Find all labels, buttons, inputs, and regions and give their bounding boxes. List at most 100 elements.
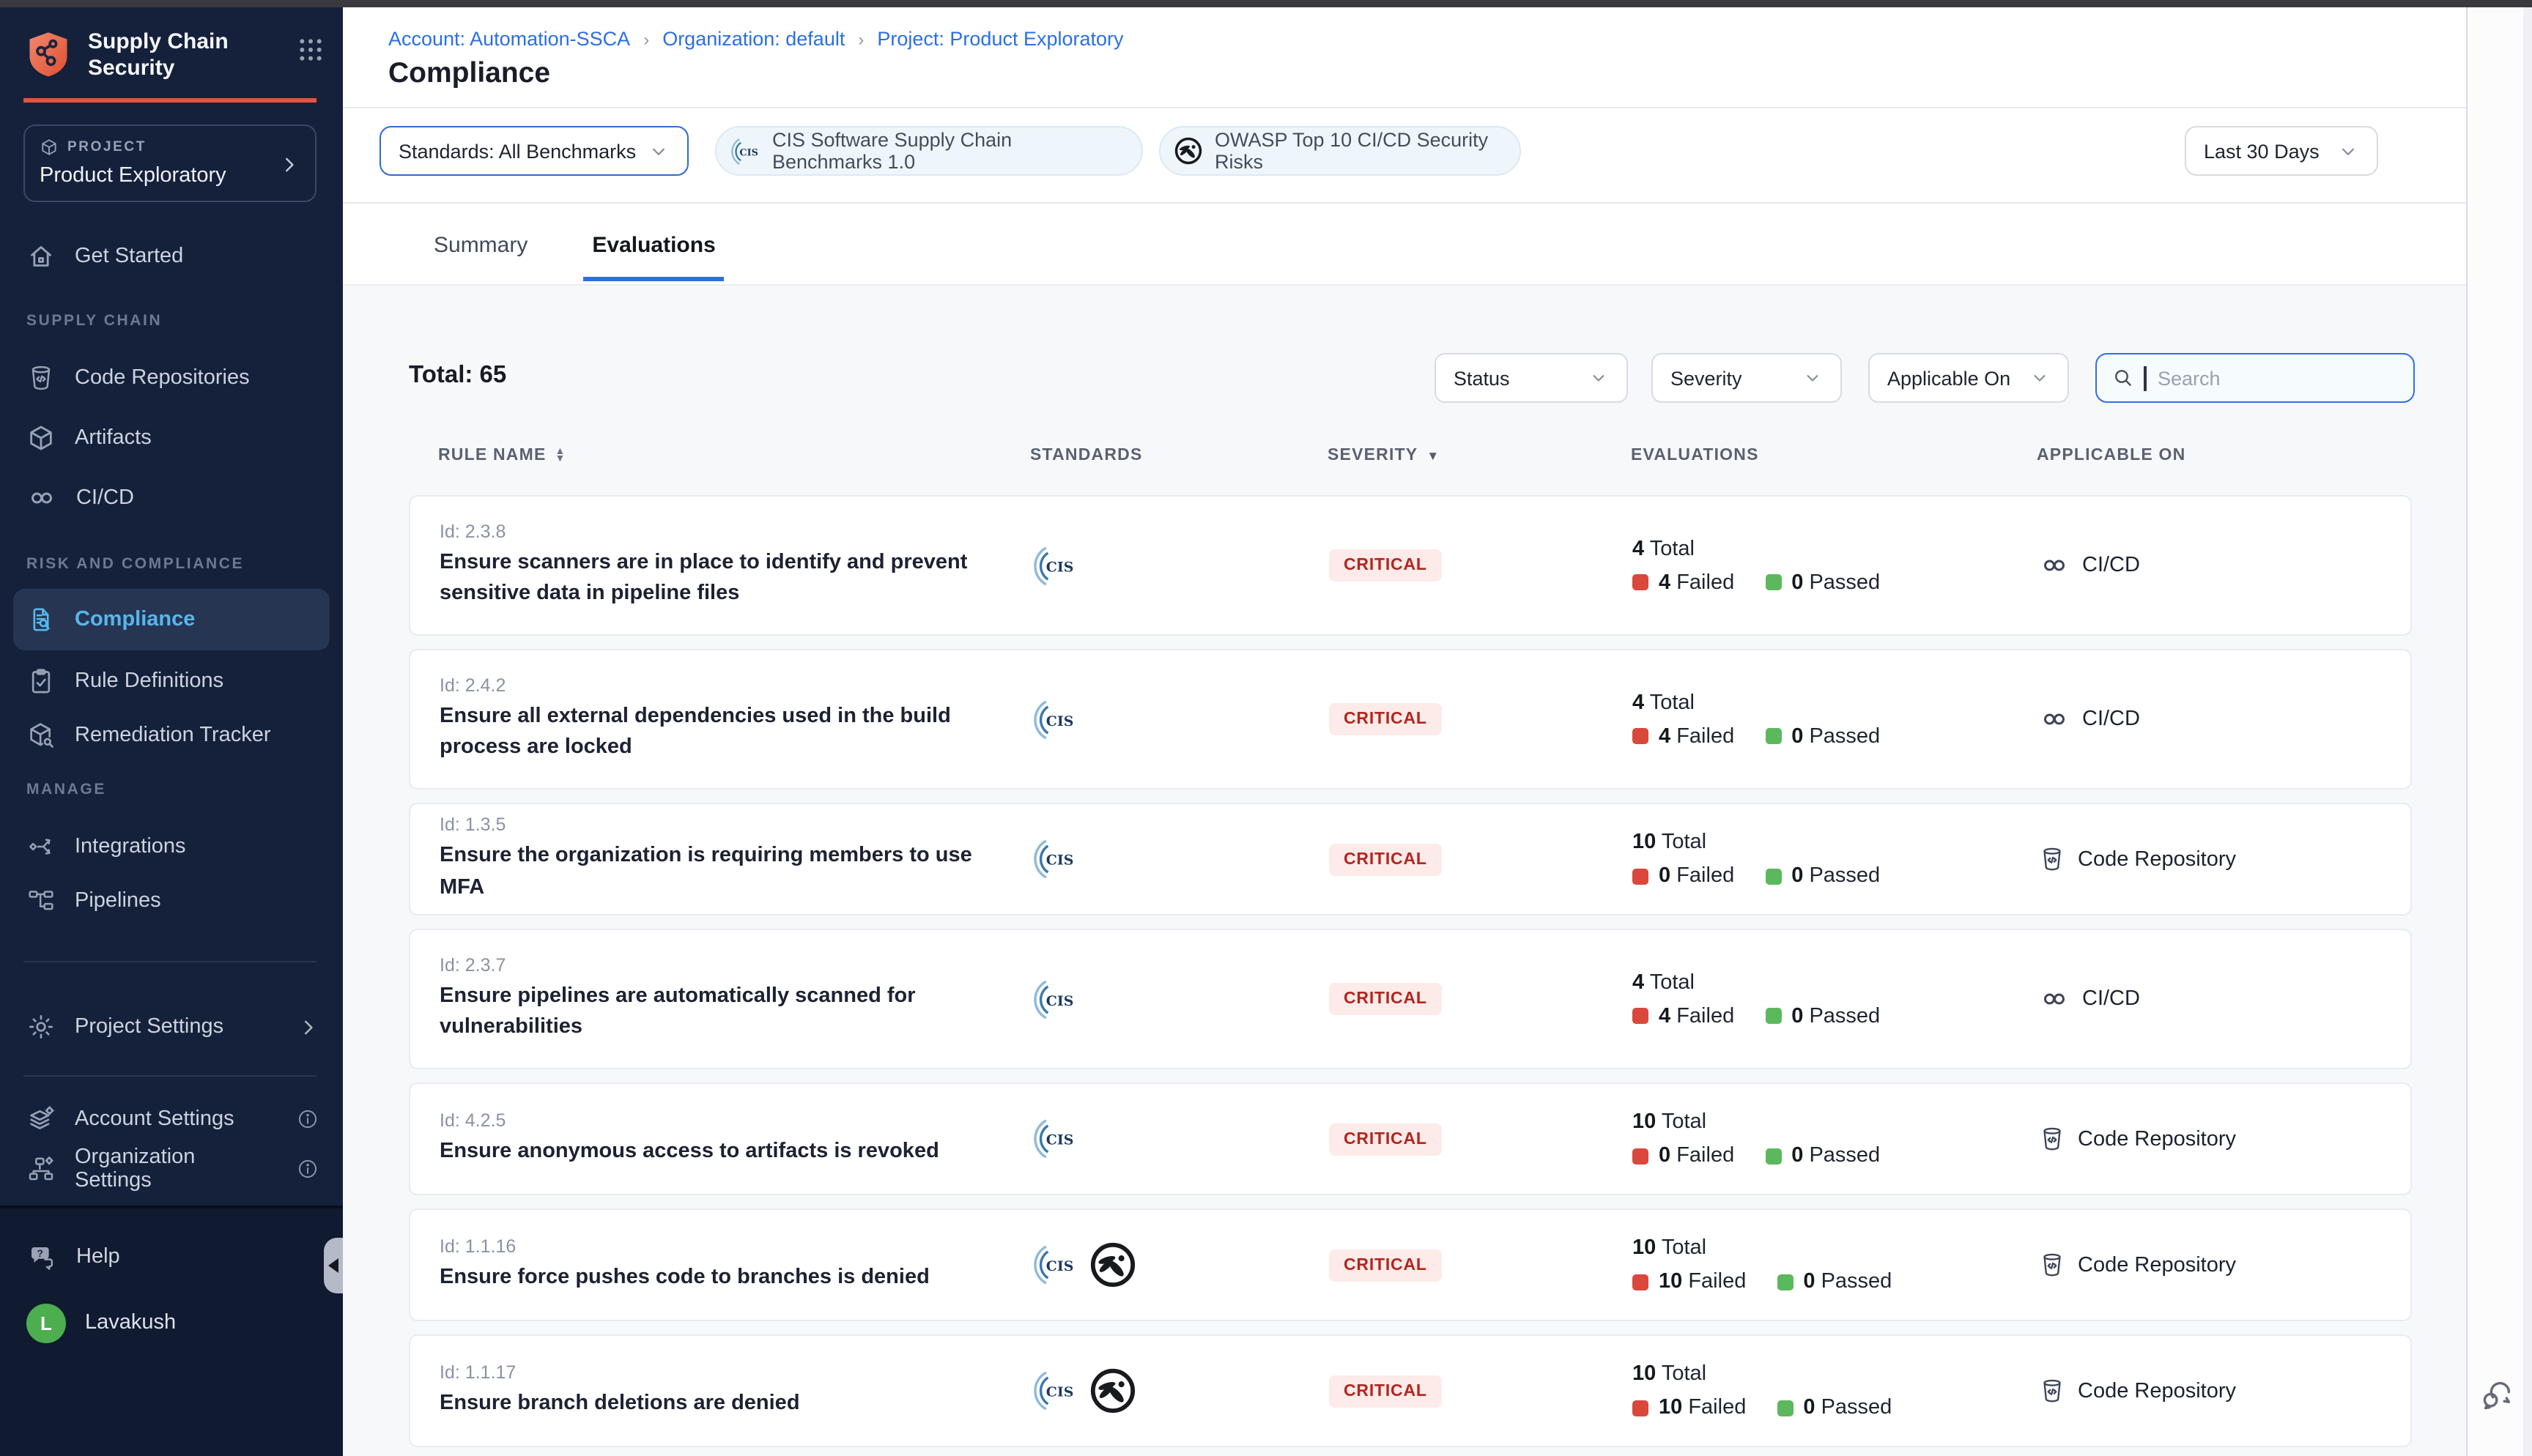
sidebar-item-remediation-tracker[interactable]: Remediation Tracker [0,706,343,765]
sidebar-item-project-settings[interactable]: Project Settings [0,998,343,1056]
sidebar-item-get-started[interactable]: Get Started [0,227,343,286]
sidebar-item-help[interactable]: Help [0,1227,343,1286]
project-cube-icon [40,138,59,157]
sidebar-item-label: Rule Definitions [75,669,319,693]
applicable-on-filter-label: Applicable On [1887,367,2010,389]
sidebar-item-artifacts[interactable]: Artifacts [0,409,343,467]
cicd-icon [2038,705,2070,734]
info-icon[interactable] [296,1107,319,1131]
sidebar: Supply Chain Security PROJECT Product Ex… [0,7,343,1456]
chevron-down-icon [1802,368,1823,388]
chip-owasp-top10[interactable]: OWASP Top 10 CI/CD Security Risks [1159,126,1521,176]
sidebar-divider [23,961,316,962]
sidebar-item-code-repositories[interactable]: Code Repositories [0,349,343,407]
rule-name: Ensure anonymous access to artifacts is … [440,1137,993,1167]
table-row[interactable]: Id: 2.3.7 Ensure pipelines are automatic… [409,929,2412,1069]
applicable-on-cell: Code Repository [2038,1377,2410,1405]
table-row[interactable]: Id: 1.1.17 Ensure branch deletions are d… [409,1334,2412,1447]
applicable-on-label: Code Repository [2078,847,2236,871]
table-row[interactable]: Id: 4.2.5 Ensure anonymous access to art… [409,1082,2412,1195]
sidebar-item-label: Get Started [75,245,319,268]
search-field[interactable] [2095,353,2415,403]
app-switcher-button[interactable] [296,35,325,64]
sidebar-item-integrations[interactable]: Integrations [0,817,343,876]
sidebar-item-label: Integrations [75,835,319,858]
sidebar-item-label: Help [76,1245,319,1269]
applicable-on-label: CI/CD [2082,987,2140,1011]
code-repository-icon [2038,1377,2066,1405]
pipelines-icon [26,886,56,915]
applicable-on-filter-dropdown[interactable]: Applicable On [1868,353,2069,403]
status-filter-dropdown[interactable]: Status [1435,353,1628,403]
table-row[interactable]: Id: 1.3.5 Ensure the organization is req… [409,803,2412,915]
severity-badge: CRITICAL [1329,983,1442,1015]
chip-cis-benchmark[interactable]: CIS Software Supply Chain Benchmarks 1.0 [715,126,1143,176]
sidebar-item-pipelines[interactable]: Pipelines [0,872,343,930]
code-repository-icon [26,363,56,393]
text-cursor [2144,365,2146,390]
sidebar-section-supply-chain: SUPPLY CHAIN [26,312,162,330]
breadcrumb-project[interactable]: Project: Product Exploratory [877,28,1123,50]
failed-indicator [1632,574,1648,590]
passed-indicator [1777,1274,1793,1290]
support-button[interactable] [2479,1377,2514,1412]
standards-dropdown-label: Standards: All Benchmarks [399,140,636,162]
table-row[interactable]: Id: 2.4.2 Ensure all external dependenci… [409,649,2412,790]
chip-label: CIS Software Supply Chain Benchmarks 1.0 [772,129,1121,173]
column-severity[interactable]: SEVERITY ▼ [1328,447,1631,464]
breadcrumb-separator: › [643,29,649,49]
rule-name: Ensure branch deletions are denied [440,1389,993,1419]
sidebar-collapse-handle[interactable] [324,1238,343,1293]
tab-summary[interactable]: Summary [425,221,536,281]
cicd-icon [2038,551,2070,580]
column-rule-name[interactable]: RULE NAME ▲▼ [438,447,1030,464]
project-selector[interactable]: PROJECT Product Exploratory [23,125,316,202]
collapse-arrow-icon [328,1258,338,1273]
severity-filter-dropdown[interactable]: Severity [1651,353,1842,403]
severity-badge: CRITICAL [1329,1123,1442,1155]
passed-indicator [1765,868,1781,884]
rule-id: Id: 2.3.7 [440,955,993,976]
cis-logo-icon [1032,976,1077,1022]
project-kicker-label: PROJECT [67,139,147,155]
sidebar-footer: Help L Lavakush [0,1206,343,1456]
chevron-down-icon [1588,368,1609,388]
user-menu[interactable]: L Lavakush [0,1293,343,1352]
chevron-right-icon [278,154,300,176]
tab-evaluations[interactable]: Evaluations [583,221,724,281]
applicable-on-label: CI/CD [2082,707,2140,731]
scrollbar[interactable] [2523,7,2532,1456]
right-rail [2466,7,2532,1456]
info-icon[interactable] [296,1157,319,1181]
severity-badge: CRITICAL [1329,549,1442,582]
breadcrumb-account[interactable]: Account: Automation-SSCA [388,28,630,50]
sidebar-item-compliance[interactable]: Compliance [13,589,330,650]
sidebar-item-label: Code Repositories [75,366,319,390]
applicable-on-label: Code Repository [2078,1127,2236,1151]
owasp-logo-icon [1174,136,1203,166]
column-label: EVALUATIONS [1631,447,1759,464]
applicable-on-cell: Code Repository [2038,1125,2410,1153]
sidebar-item-cicd[interactable]: CI/CD [0,469,343,527]
breadcrumb-organization[interactable]: Organization: default [662,28,845,50]
date-range-dropdown[interactable]: Last 30 Days [2185,126,2378,176]
applicable-on-label: Code Repository [2078,1379,2236,1403]
sidebar-item-label: Organization Settings [75,1145,277,1192]
table-row[interactable]: Id: 2.3.8 Ensure scanners are in place t… [409,495,2412,636]
failed-indicator [1632,728,1648,744]
sidebar-item-rule-definitions[interactable]: Rule Definitions [0,652,343,710]
applicable-on-cell: CI/CD [2038,551,2410,580]
table-header: RULE NAME ▲▼ STANDARDS SEVERITY ▼ EVALUA… [409,447,2412,464]
rule-id: Id: 4.2.5 [440,1110,993,1131]
search-input[interactable] [2155,365,2374,390]
cis-logo-icon [1032,1368,1077,1414]
rule-name: Ensure scanners are in place to identify… [440,548,993,609]
evaluations-cell: 10 Total 0 Failed 0 Passed [1632,831,2038,888]
severity-badge: CRITICAL [1329,703,1442,735]
table-row[interactable]: Id: 1.1.16 Ensure force pushes code to b… [409,1208,2412,1321]
sidebar-item-organization-settings[interactable]: Organization Settings [0,1140,343,1198]
standards-dropdown[interactable]: Standards: All Benchmarks [380,126,689,176]
failed-indicator [1632,1148,1648,1164]
page-title: Compliance [388,57,550,91]
window-top-strip [0,0,2532,7]
